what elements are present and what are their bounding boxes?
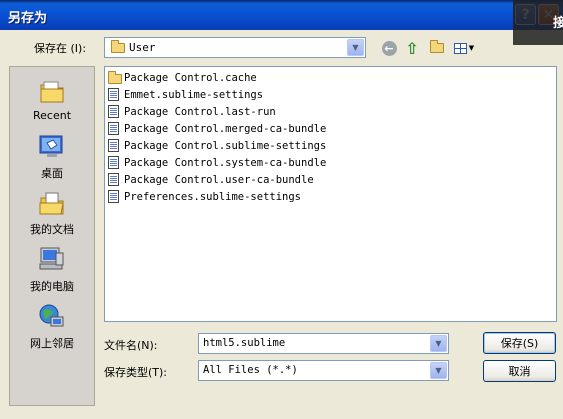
file-icon <box>108 88 121 101</box>
file-icon <box>108 105 121 118</box>
list-item[interactable]: Package Control.last-run <box>108 104 276 119</box>
chevron-down-icon[interactable]: ▼ <box>347 39 364 56</box>
folder-icon <box>111 40 125 53</box>
new-folder-icon <box>430 40 444 53</box>
filename-value: html5.sublime <box>203 337 286 349</box>
cancel-button[interactable]: 取消 <box>483 360 556 382</box>
my-documents-icon <box>39 192 64 215</box>
filetype-value: All Files (*.*) <box>203 364 298 376</box>
file-name: Package Control.cache <box>124 71 257 84</box>
view-menu-icon <box>453 42 467 54</box>
place-label: 桌面 <box>41 167 63 180</box>
back-icon: ← <box>381 40 397 56</box>
file-name: Package Control.merged-ca-bundle <box>124 122 327 135</box>
chevron-down-icon[interactable]: ▼ <box>430 335 447 352</box>
file-icon <box>108 122 121 135</box>
save-in-label: 保存在 (I): <box>34 42 87 55</box>
save-in-value: User <box>129 41 156 54</box>
filetype-label: 保存类型(T): <box>104 366 168 379</box>
list-item[interactable]: Emmet.sublime-settings <box>108 87 263 102</box>
filename-input[interactable]: html5.sublime ▼ <box>198 333 449 354</box>
dropdown-arrow-icon: ▼ <box>468 44 475 52</box>
overlay-text: 接 <box>553 16 563 31</box>
my-computer-icon <box>39 247 64 270</box>
desktop-icon <box>39 135 63 157</box>
list-item[interactable]: Package Control.merged-ca-bundle <box>108 121 326 136</box>
up-folder-button[interactable]: ⇧ <box>403 38 421 58</box>
file-icon <box>108 173 121 186</box>
list-item[interactable]: Package Control.cache <box>108 70 257 85</box>
file-name: Package Control.last-run <box>124 105 276 118</box>
file-icon <box>108 156 121 169</box>
title-bar[interactable]: 另存为 <box>0 0 563 30</box>
view-menu-button[interactable]: ▼ <box>452 39 476 57</box>
filetype-select[interactable]: All Files (*.*) ▼ <box>198 360 449 381</box>
list-item[interactable]: Package Control.sublime-settings <box>108 138 326 153</box>
file-list[interactable]: Package Control.cache Emmet.sublime-sett… <box>104 66 557 322</box>
filename-label: 文件名(N): <box>104 339 158 352</box>
file-name: Package Control.user-ca-bundle <box>124 173 314 186</box>
list-item[interactable]: Preferences.sublime-settings <box>108 189 301 204</box>
file-name: Package Control.system-ca-bundle <box>124 156 327 169</box>
save-in-combo[interactable]: User ▼ <box>104 37 366 58</box>
place-label: 我的文档 <box>30 223 74 236</box>
up-folder-icon: ⇧ <box>405 38 419 58</box>
place-label: 网上邻居 <box>30 337 74 350</box>
recent-icon <box>40 81 64 103</box>
file-name: Preferences.sublime-settings <box>124 190 302 203</box>
places-bar: Recent 桌面 我的文档 我的电脑 网上邻居 <box>9 66 95 406</box>
place-label: Recent <box>32 109 72 122</box>
file-icon <box>108 139 121 152</box>
file-icon <box>108 190 121 203</box>
list-item[interactable]: Package Control.user-ca-bundle <box>108 172 314 187</box>
network-icon <box>39 304 64 327</box>
folder-icon <box>108 71 122 84</box>
file-name: Emmet.sublime-settings <box>124 88 264 101</box>
chevron-down-icon[interactable]: ▼ <box>430 362 447 379</box>
place-label: 我的电脑 <box>30 280 74 293</box>
list-item[interactable]: Package Control.system-ca-bundle <box>108 155 326 170</box>
file-name: Package Control.sublime-settings <box>124 139 327 152</box>
save-button[interactable]: 保存(S) <box>483 332 556 354</box>
back-button[interactable]: ← <box>380 39 398 57</box>
window-title: 另存为 <box>8 11 48 26</box>
new-folder-button[interactable] <box>428 39 446 57</box>
